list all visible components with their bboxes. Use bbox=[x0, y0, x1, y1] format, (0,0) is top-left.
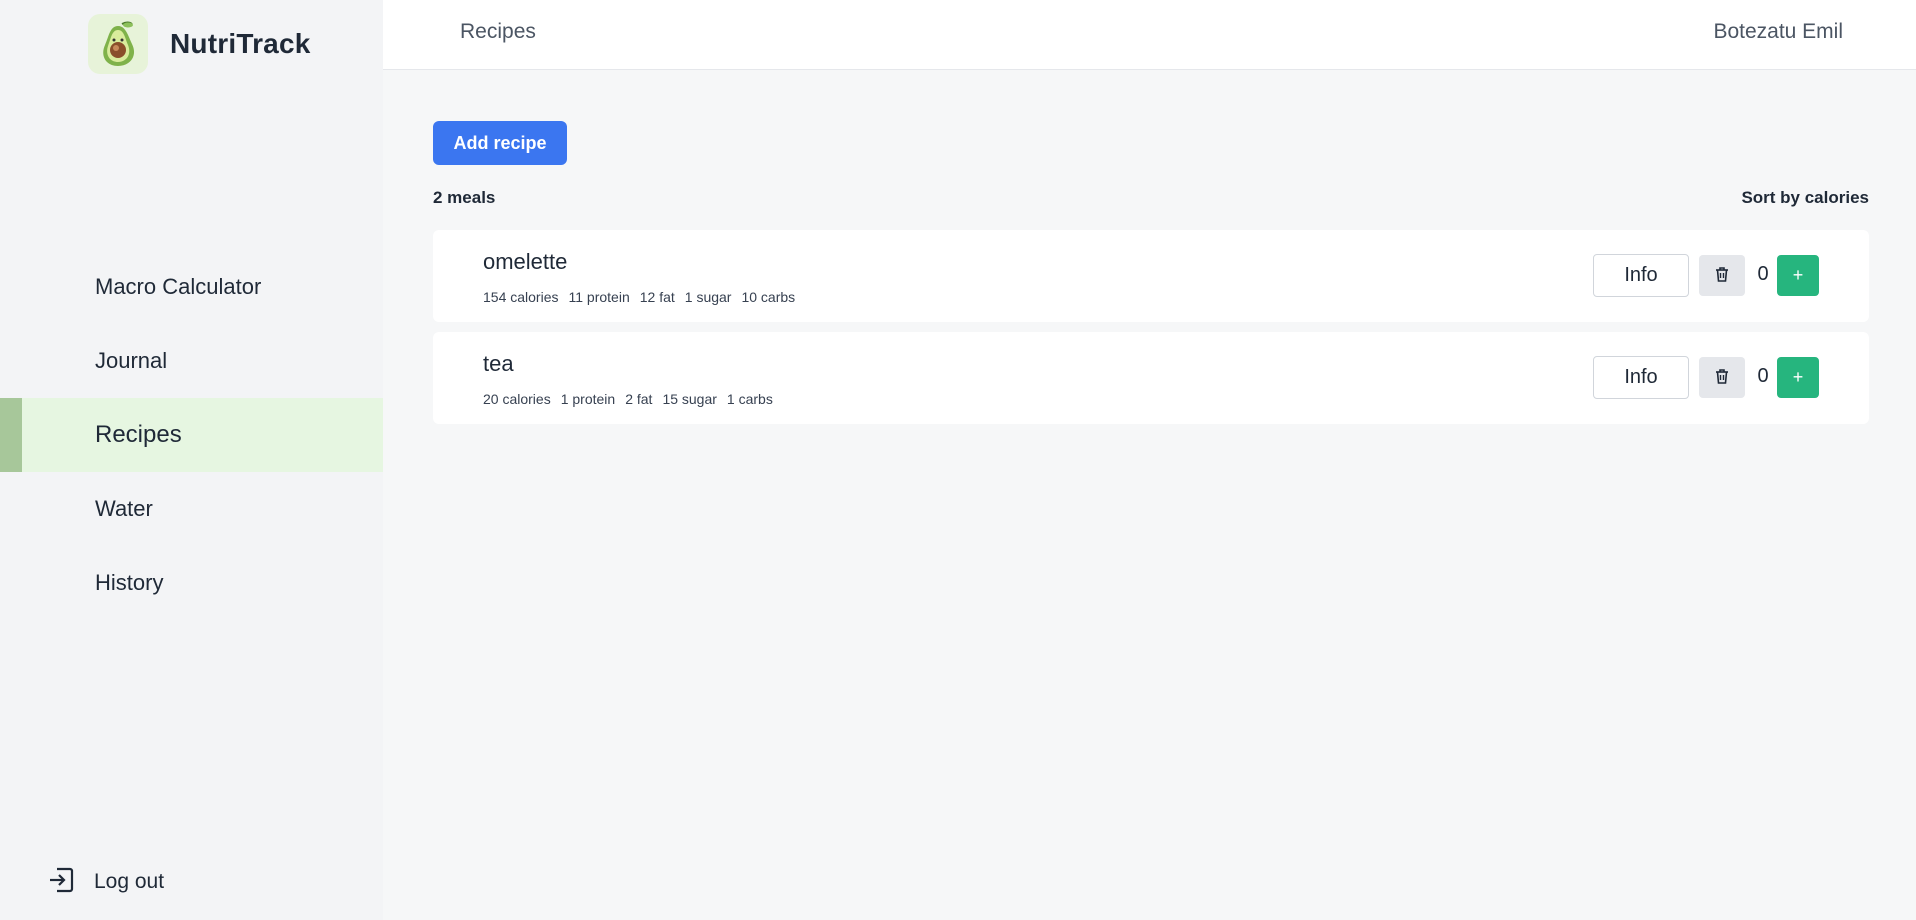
recipe-stat-protein: 11 protein bbox=[568, 289, 630, 305]
recipe-card: omelette 154 calories 11 protein 12 fat … bbox=[433, 230, 1869, 322]
trash-icon bbox=[1714, 266, 1730, 286]
logout-button[interactable]: Log out bbox=[48, 864, 164, 900]
avocado-icon bbox=[88, 14, 148, 74]
sidebar-item-label: Macro Calculator bbox=[95, 274, 262, 299]
sidebar-item-journal[interactable]: Journal bbox=[0, 324, 383, 398]
sidebar: NutriTrack Macro Calculator Journal Reci… bbox=[0, 0, 383, 920]
increment-button[interactable]: + bbox=[1777, 255, 1819, 296]
brand[interactable]: NutriTrack bbox=[88, 14, 311, 74]
sidebar-item-recipes[interactable]: Recipes bbox=[0, 398, 383, 472]
sidebar-item-label: History bbox=[95, 570, 164, 595]
delete-button[interactable] bbox=[1699, 357, 1745, 398]
recipe-stat-sugar: 15 sugar bbox=[662, 391, 717, 407]
recipe-stat-calories: 20 calories bbox=[483, 391, 551, 407]
recipe-stat-calories: 154 calories bbox=[483, 289, 559, 305]
increment-button[interactable]: + bbox=[1777, 357, 1819, 398]
recipe-stats: 20 calories 1 protein 2 fat 15 sugar 1 c… bbox=[483, 391, 773, 407]
recipe-stat-fat: 2 fat bbox=[625, 391, 653, 407]
add-recipe-button[interactable]: Add recipe bbox=[433, 121, 567, 165]
recipe-card: tea 20 calories 1 protein 2 fat 15 sugar… bbox=[433, 332, 1869, 424]
recipe-stat-fat: 12 fat bbox=[639, 289, 675, 305]
recipe-name: omelette bbox=[483, 249, 568, 274]
sidebar-item-label: Journal bbox=[95, 348, 168, 373]
recipe-stats: 154 calories 11 protein 12 fat 1 sugar 1… bbox=[483, 289, 795, 305]
sidebar-item-history[interactable]: History bbox=[0, 546, 383, 620]
sort-by-calories-button[interactable]: Sort by calories bbox=[1741, 188, 1869, 208]
info-button[interactable]: Info bbox=[1593, 356, 1689, 399]
recipe-list: omelette 154 calories 11 protein 12 fat … bbox=[433, 230, 1869, 434]
app-name: NutriTrack bbox=[170, 28, 311, 59]
recipe-name: tea bbox=[483, 351, 514, 376]
delete-button[interactable] bbox=[1699, 255, 1745, 296]
logout-icon bbox=[48, 866, 74, 899]
recipe-stat-sugar: 1 sugar bbox=[684, 289, 732, 305]
user-name[interactable]: Botezatu Emil bbox=[1713, 20, 1843, 44]
recipe-stat-carbs: 10 carbs bbox=[741, 289, 796, 305]
top-bar: Recipes Botezatu Emil bbox=[383, 0, 1916, 70]
meal-count: 2 meals bbox=[433, 188, 496, 207]
sidebar-item-water[interactable]: Water bbox=[0, 472, 383, 546]
info-button[interactable]: Info bbox=[1593, 254, 1689, 297]
page-title: Recipes bbox=[460, 20, 536, 43]
logout-label: Log out bbox=[94, 870, 165, 893]
sidebar-item-macro-calculator[interactable]: Macro Calculator bbox=[0, 250, 383, 324]
quantity-value: 0 bbox=[1757, 263, 1769, 285]
quantity-value: 0 bbox=[1757, 365, 1769, 387]
sidebar-nav: Macro Calculator Journal Recipes Water H… bbox=[0, 250, 383, 620]
recipe-stat-protein: 1 protein bbox=[560, 391, 616, 407]
recipe-stat-carbs: 1 carbs bbox=[726, 391, 773, 407]
trash-icon bbox=[1714, 368, 1730, 388]
sidebar-item-label: Water bbox=[95, 496, 153, 521]
sidebar-item-label: Recipes bbox=[95, 421, 182, 448]
